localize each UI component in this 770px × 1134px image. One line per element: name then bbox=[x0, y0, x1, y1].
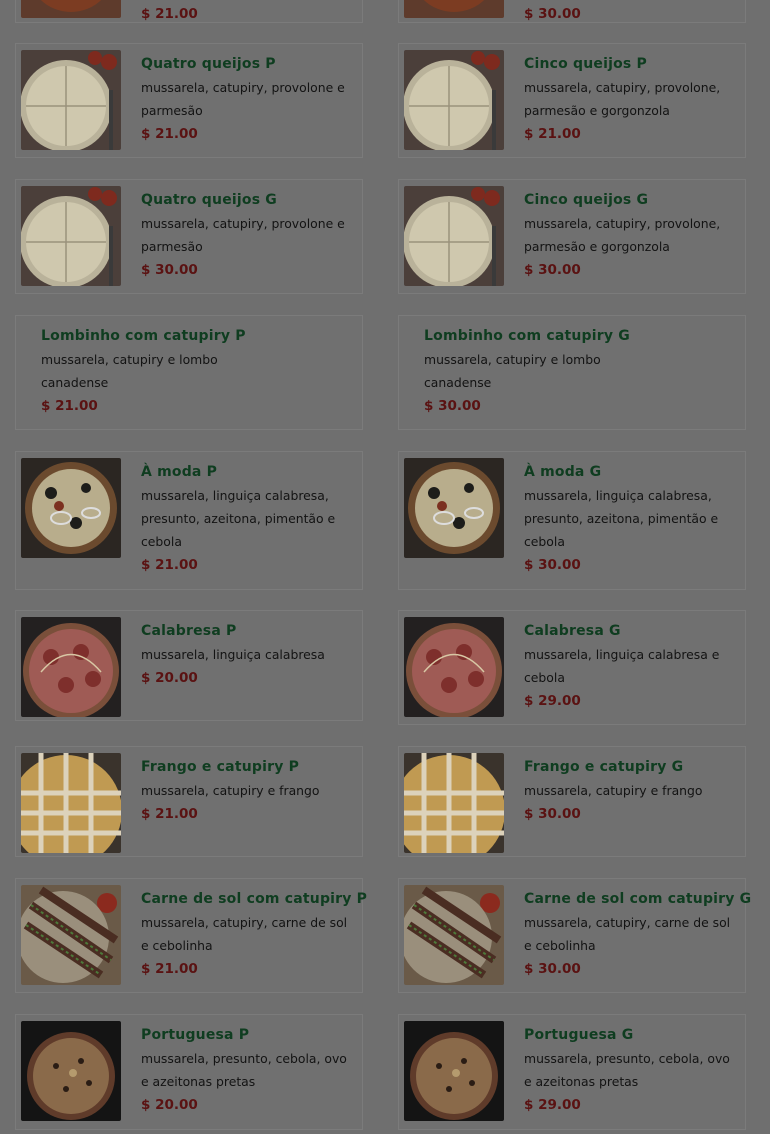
item-name: Calabresa G bbox=[524, 623, 621, 639]
item-description: mussarela, catupiry, provolone, parmesão… bbox=[524, 216, 721, 254]
item-name: Carne de sol com catupiry P bbox=[141, 891, 368, 907]
item-description: mussarela, presunto, cebola, ovo e azeit… bbox=[524, 1051, 730, 1089]
item-price: $ 21.00 bbox=[524, 126, 581, 142]
item-price: $ 29.00 bbox=[524, 1097, 581, 1113]
pizza-thumbnail bbox=[21, 753, 121, 853]
item-name: À moda G bbox=[524, 464, 602, 480]
item-price: $ 30.00 bbox=[524, 262, 581, 278]
pizza-thumbnail bbox=[21, 1021, 121, 1121]
item-price: $ 30.00 bbox=[141, 262, 198, 278]
item-name: Portuguesa P bbox=[141, 1027, 250, 1043]
item-description: mussarela, catupiry, provolone, parmesão… bbox=[524, 80, 721, 118]
item-description: mussarela, catupiry, carne de sol e cebo… bbox=[524, 915, 731, 953]
item-description: mussarela, catupiry e frango bbox=[524, 783, 703, 798]
menu-item-card[interactable]: Carne de sol com catupiry P mussarela, c… bbox=[15, 878, 368, 993]
pizza-thumbnail bbox=[21, 617, 121, 717]
item-description: mussarela, linguiça calabresa, presunto,… bbox=[141, 488, 336, 549]
pizza-thumbnail bbox=[404, 50, 504, 150]
item-price: $ 21.00 bbox=[141, 6, 198, 22]
menu-item-card[interactable]: Quatro queijos G mussarela, catupiry, pr… bbox=[15, 179, 363, 294]
item-name: Quatro queijos G bbox=[141, 192, 278, 208]
item-description: mussarela, catupiry, provolone e parmesã… bbox=[141, 80, 345, 118]
menu-item-card[interactable]: Frango e catupiry G mussarela, catupiry … bbox=[398, 746, 746, 857]
pizza-thumbnail bbox=[404, 617, 504, 717]
menu-item-card[interactable]: Frango e catupiry P mussarela, catupiry … bbox=[15, 746, 363, 857]
menu-grid: $ 21.00 $ 30.00 Quatro queijos P mussare… bbox=[0, 0, 770, 1134]
item-name: Calabresa P bbox=[141, 623, 237, 639]
pizza-thumbnail bbox=[404, 1021, 504, 1121]
item-price: $ 21.00 bbox=[141, 806, 198, 822]
item-price: $ 30.00 bbox=[524, 961, 581, 977]
item-name: Quatro queijos P bbox=[141, 56, 276, 72]
item-description: mussarela, catupiry e lombo canadense bbox=[41, 352, 218, 390]
item-description: mussarela, catupiry, provolone e parmesã… bbox=[141, 216, 345, 254]
item-name: À moda P bbox=[141, 464, 218, 480]
item-description: mussarela, catupiry e lombo canadense bbox=[424, 352, 601, 390]
item-description: mussarela, catupiry, carne de sol e cebo… bbox=[141, 915, 348, 953]
item-description: mussarela, linguiça calabresa, presunto,… bbox=[524, 488, 719, 549]
item-name: Cinco queijos P bbox=[524, 56, 647, 72]
item-price: $ 30.00 bbox=[424, 398, 481, 414]
pizza-thumbnail bbox=[404, 753, 504, 853]
item-price: $ 30.00 bbox=[524, 806, 581, 822]
item-price: $ 30.00 bbox=[524, 6, 581, 22]
item-description: mussarela, linguiça calabresa e cebola bbox=[524, 647, 720, 685]
item-price: $ 20.00 bbox=[141, 670, 198, 686]
pizza-thumbnail bbox=[21, 50, 121, 150]
item-price: $ 21.00 bbox=[141, 961, 198, 977]
item-price: $ 21.00 bbox=[41, 398, 98, 414]
menu-item-card[interactable]: Calabresa G mussarela, linguiça calabres… bbox=[398, 610, 746, 725]
item-name: Portuguesa G bbox=[524, 1027, 634, 1043]
item-price: $ 30.00 bbox=[524, 557, 581, 573]
item-price: $ 20.00 bbox=[141, 1097, 198, 1113]
menu-item-card[interactable]: $ 30.00 bbox=[398, 0, 746, 23]
item-name: Cinco queijos G bbox=[524, 192, 649, 208]
pizza-thumbnail bbox=[21, 186, 121, 286]
item-price: $ 21.00 bbox=[141, 126, 198, 142]
pizza-thumbnail bbox=[404, 0, 504, 18]
item-description: mussarela, linguiça calabresa bbox=[141, 647, 325, 662]
menu-item-card[interactable]: Lombinho com catupiry G mussarela, catup… bbox=[398, 315, 746, 430]
menu-item-card[interactable]: Lombinho com catupiry P mussarela, catup… bbox=[15, 315, 363, 430]
item-name: Carne de sol com catupiry G bbox=[524, 891, 752, 907]
menu-item-card[interactable]: $ 21.00 bbox=[15, 0, 363, 23]
menu-item-card[interactable]: À moda P mussarela, linguiça calabresa, … bbox=[15, 451, 363, 590]
item-price: $ 29.00 bbox=[524, 693, 581, 709]
item-name: Frango e catupiry P bbox=[141, 759, 300, 775]
item-name: Lombinho com catupiry P bbox=[41, 328, 246, 344]
menu-item-card[interactable]: Portuguesa G mussarela, presunto, cebola… bbox=[398, 1014, 746, 1130]
item-description: mussarela, catupiry e frango bbox=[141, 783, 320, 798]
item-name: Frango e catupiry G bbox=[524, 759, 684, 775]
pizza-thumbnail bbox=[404, 885, 504, 985]
pizza-thumbnail bbox=[404, 186, 504, 286]
menu-item-card[interactable]: Quatro queijos P mussarela, catupiry, pr… bbox=[15, 43, 363, 158]
menu-item-card[interactable]: Portuguesa P mussarela, presunto, cebola… bbox=[15, 1014, 363, 1130]
pizza-thumbnail bbox=[21, 0, 121, 18]
menu-item-card[interactable]: Cinco queijos P mussarela, catupiry, pro… bbox=[398, 43, 746, 158]
item-description: mussarela, presunto, cebola, ovo e azeit… bbox=[141, 1051, 347, 1089]
item-name: Lombinho com catupiry G bbox=[424, 328, 630, 344]
menu-item-card[interactable]: Cinco queijos G mussarela, catupiry, pro… bbox=[398, 179, 746, 294]
pizza-thumbnail bbox=[21, 458, 121, 558]
item-price: $ 21.00 bbox=[141, 557, 198, 573]
menu-item-card[interactable]: À moda G mussarela, linguiça calabresa, … bbox=[398, 451, 746, 590]
menu-item-card[interactable]: Calabresa P mussarela, linguiça calabres… bbox=[15, 610, 363, 721]
pizza-thumbnail bbox=[21, 885, 121, 985]
menu-item-card[interactable]: Carne de sol com catupiry G mussarela, c… bbox=[398, 878, 752, 993]
pizza-thumbnail bbox=[404, 458, 504, 558]
